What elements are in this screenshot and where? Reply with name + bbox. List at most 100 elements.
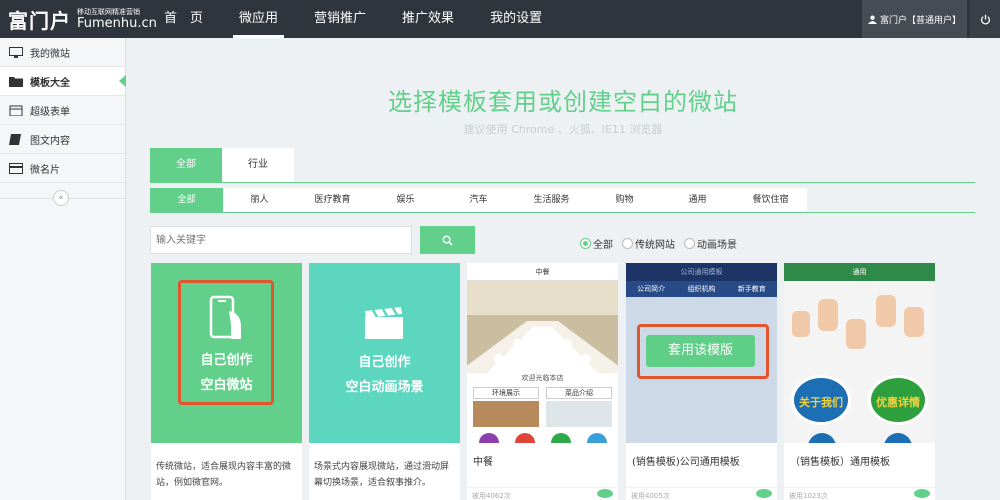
user-icon xyxy=(867,15,877,24)
preview-eye-icon[interactable] xyxy=(914,489,930,498)
sidebar-label: 超级表单 xyxy=(30,106,70,118)
power-icon xyxy=(980,14,990,24)
sidebar-label: 微名片 xyxy=(30,164,60,176)
link-environment: 环境展示 xyxy=(473,387,539,399)
card-thumbnail: 自己创作 空白微站 xyxy=(151,263,302,443)
logo-domain: Fumenhu.cn xyxy=(77,16,157,31)
sidebar-item-templates[interactable]: 模板大全 xyxy=(0,67,126,96)
tab-all[interactable]: 全部 xyxy=(150,148,222,182)
category-life-services[interactable]: 生活服务 xyxy=(515,188,588,212)
template-ribbon: 通用 xyxy=(784,263,935,281)
monitor-icon xyxy=(9,46,23,58)
discount-details-button: 优惠详情 xyxy=(868,375,928,425)
template-menu: 公司简介 组织机构 新手教育 xyxy=(626,281,777,297)
card-thumbnail: 通用 关于我们 优惠详情 xyxy=(784,263,935,443)
clapperboard-icon xyxy=(365,307,403,339)
template-card-company[interactable]: 公司通用模板 公司简介 组织机构 新手教育 套用该模版 (销售模板)公司通用模板… xyxy=(626,263,777,500)
divider xyxy=(150,182,975,183)
card-title: 中餐 xyxy=(473,457,493,468)
card-thumbnail: 公司通用模板 公司简介 组织机构 新手教育 套用该模版 xyxy=(626,263,777,443)
folder-icon xyxy=(9,76,23,87)
thumbs-up-photo xyxy=(784,281,935,371)
sidebar-item-articles[interactable]: 图文内容 xyxy=(0,125,125,154)
user-menu[interactable]: 富门户【普通用户】 xyxy=(862,0,967,38)
sidebar-item-forms[interactable]: 超级表单 xyxy=(0,96,125,125)
card-thumb-line2: 空白动画场景 xyxy=(345,380,424,395)
template-card-general[interactable]: 通用 关于我们 优惠详情 （销售模板）通用模板 被用1023次 xyxy=(784,263,935,500)
about-us-button: 关于我们 xyxy=(791,375,851,425)
circle-menu xyxy=(479,433,607,443)
sidebar-item-business-card[interactable]: 微名片 xyxy=(0,154,125,183)
hero: 选择模板套用或创建空白的微站 建议使用 Chrome 、火狐、IE11 浏览器 xyxy=(126,82,1000,137)
category-all[interactable]: 全部 xyxy=(150,188,223,212)
logo[interactable]: 富门户 移动互联网精准营销 Fumenhu.cn xyxy=(8,4,157,34)
category-auto[interactable]: 汽车 xyxy=(442,188,515,212)
card-footer: 被用1023次 xyxy=(784,487,935,500)
restaurant-photo xyxy=(467,281,618,373)
template-ribbon: 中餐 xyxy=(467,263,618,281)
category-dining[interactable]: 餐饮住宿 xyxy=(734,188,807,212)
category-shopping[interactable]: 购物 xyxy=(588,188,661,212)
sidebar-item-my-sites[interactable]: 我的微站 xyxy=(0,38,125,67)
search-input[interactable] xyxy=(150,226,412,254)
card-icon xyxy=(9,162,23,174)
search-button[interactable] xyxy=(420,226,475,254)
card-footer: 被用4062次 xyxy=(467,487,618,500)
sidebar-label: 图文内容 xyxy=(30,135,70,147)
sidebar-label: 我的微站 xyxy=(30,48,70,60)
category-beauty[interactable]: 丽人 xyxy=(223,188,296,212)
use-count: 被用4005次 xyxy=(631,492,670,500)
primary-tabs: 全部 行业 xyxy=(150,148,294,182)
browser-hint: 建议使用 Chrome 、火狐、IE11 浏览器 xyxy=(463,123,663,136)
card-description: 场景式内容展现微站，通过滑动屏幕切换场景，适合叙事推介。 xyxy=(314,462,450,488)
radio-all[interactable]: 全部 xyxy=(580,236,613,251)
template-ribbon: 公司通用模板 xyxy=(626,263,777,281)
top-bar: 富门户 移动互联网精准营销 Fumenhu.cn 首 页 微应用 营销推广 推广… xyxy=(0,0,1000,38)
card-title: (销售模板)公司通用模板 xyxy=(632,457,740,468)
calendar-icon xyxy=(9,105,23,116)
radio-traditional[interactable]: 传统网站 xyxy=(622,236,675,251)
nav-home[interactable]: 首 页 xyxy=(150,0,217,38)
logo-title: 富门户 xyxy=(8,8,71,33)
user-label: 富门户【普通用户】 xyxy=(879,15,961,26)
main-nav: 首 页 微应用 营销推广 推广效果 我的设置 xyxy=(150,0,564,38)
banner-text: 欢迎光临本店 xyxy=(521,374,564,382)
tab-industry[interactable]: 行业 xyxy=(222,148,294,182)
create-blank-site-card[interactable]: 自己创作 空白微站 传统微站，适合展现内容丰富的微站，例如微官网。 xyxy=(151,263,302,500)
card-footer: 被用4005次 xyxy=(626,487,777,500)
card-thumb-line1: 自己创作 xyxy=(358,355,411,370)
category-medical-education[interactable]: 医疗教育 xyxy=(296,188,369,212)
circle-menu xyxy=(808,433,912,443)
use-count: 被用4062次 xyxy=(472,492,511,500)
radio-animated[interactable]: 动画场景 xyxy=(684,236,737,251)
card-thumbnail: 自己创作 空白动画场景 xyxy=(309,263,460,443)
card-title: （销售模板）通用模板 xyxy=(790,457,890,468)
category-tabs: 全部 丽人 医疗教育 娱乐 汽车 生活服务 购物 通用 餐饮住宿 xyxy=(150,188,807,212)
dish-photo xyxy=(546,401,612,427)
use-count: 被用1023次 xyxy=(789,492,828,500)
card-thumbnail: 中餐 欢迎光临本店 环境展示 菜品介绍 xyxy=(467,263,618,443)
nav-micro-apps[interactable]: 微应用 xyxy=(225,0,292,38)
preview-eye-icon[interactable] xyxy=(756,489,772,498)
search-icon xyxy=(442,235,453,246)
preview-eye-icon[interactable] xyxy=(597,489,613,498)
category-general[interactable]: 通用 xyxy=(661,188,734,212)
divider xyxy=(150,212,975,213)
highlight-box xyxy=(178,280,274,405)
environment-photo xyxy=(473,401,539,427)
category-entertainment[interactable]: 娱乐 xyxy=(369,188,442,212)
sidebar-label: 模板大全 xyxy=(30,77,70,89)
page-title: 选择模板套用或创建空白的微站 xyxy=(388,88,738,116)
nav-my-settings[interactable]: 我的设置 xyxy=(476,0,556,38)
nav-promotion-results[interactable]: 推广效果 xyxy=(388,0,468,38)
nav-marketing[interactable]: 营销推广 xyxy=(300,0,380,38)
card-description: 传统微站，适合展现内容丰富的微站，例如微官网。 xyxy=(156,462,292,488)
create-animated-scene-card[interactable]: 自己创作 空白动画场景 场景式内容展现微站，通过滑动屏幕切换场景，适合叙事推介。 xyxy=(309,263,460,500)
highlight-box xyxy=(637,324,769,379)
site-type-filter: 全部 传统网站 动画场景 xyxy=(580,236,746,251)
logout-button[interactable] xyxy=(970,0,1000,38)
link-dishes: 菜品介绍 xyxy=(546,387,612,399)
collapse-sidebar-button[interactable]: « xyxy=(53,190,69,206)
template-card-restaurant[interactable]: 中餐 欢迎光临本店 环境展示 菜品介绍 中餐 被用4062次 xyxy=(467,263,618,500)
book-icon xyxy=(9,133,21,145)
